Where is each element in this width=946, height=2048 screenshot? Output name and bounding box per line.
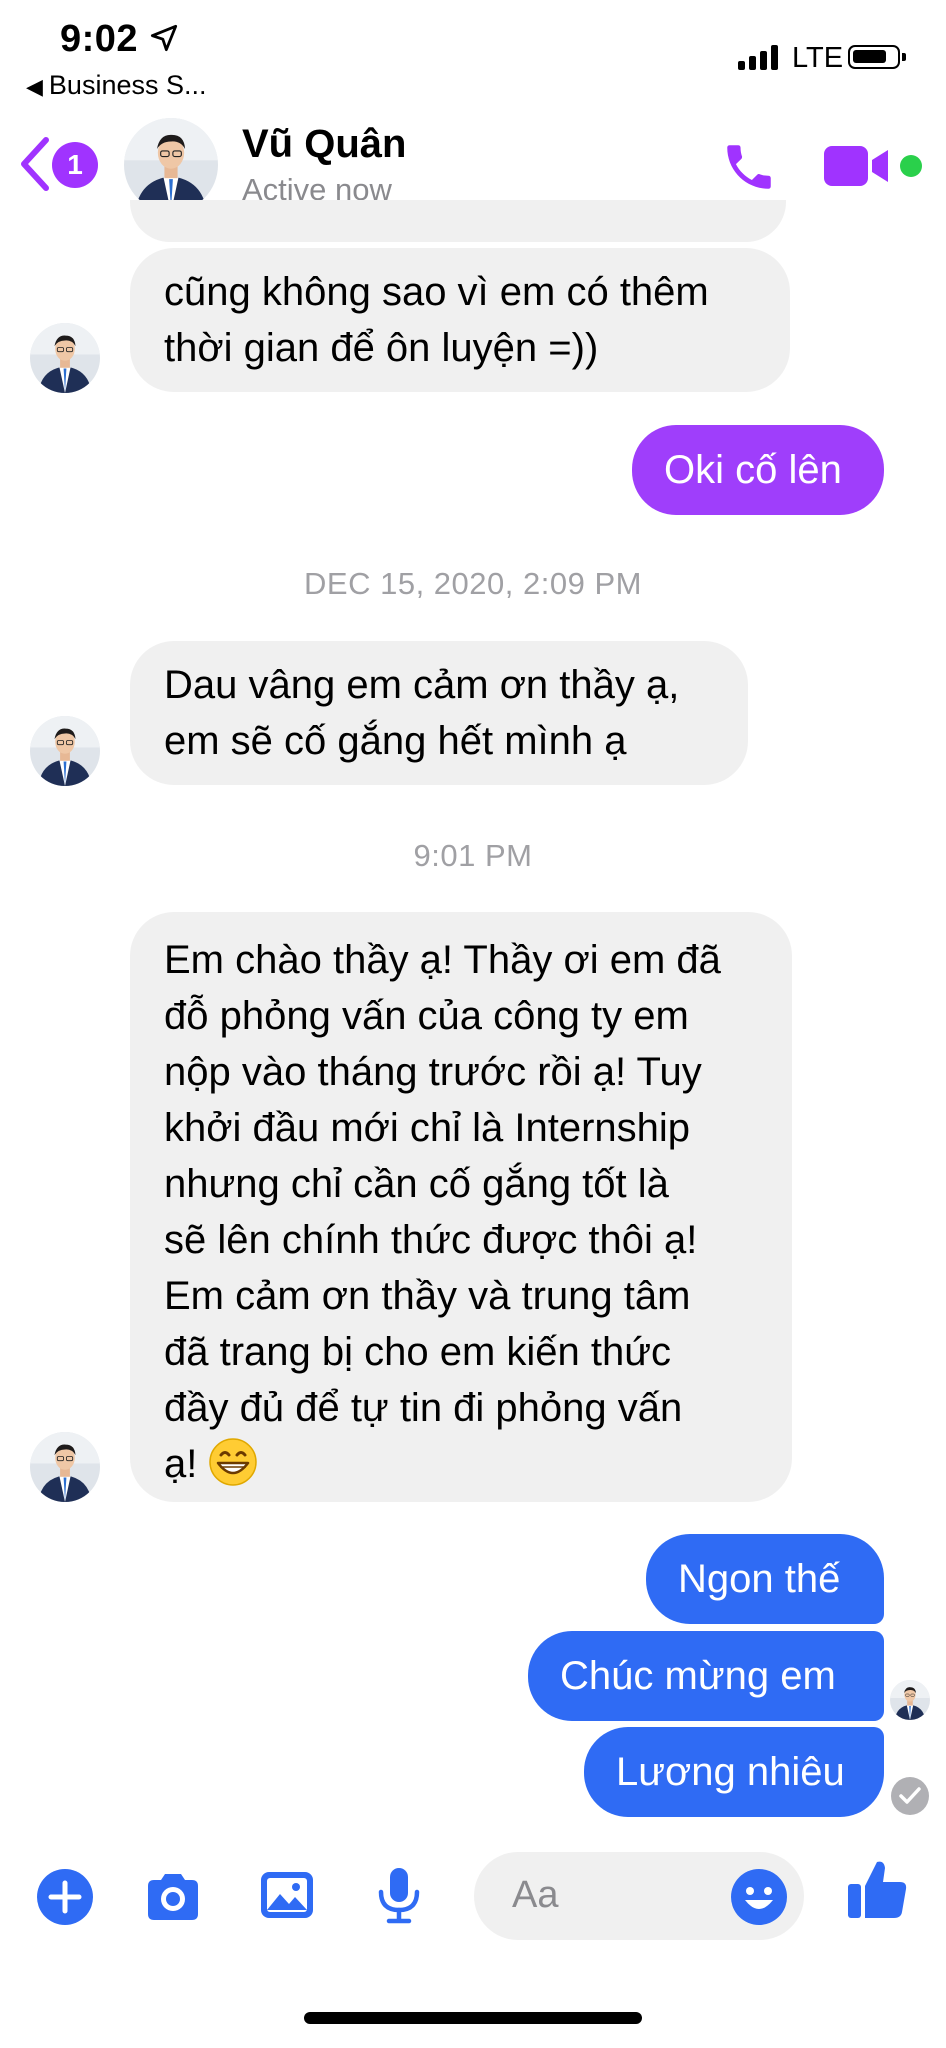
check-circle-icon [891,1777,929,1815]
message-input-placeholder: Aa [512,1874,559,1916]
message-text: ạ! [164,1442,198,1486]
sender-avatar[interactable] [30,323,100,393]
grinning-emoji-icon [209,1438,258,1486]
microphone-icon[interactable] [368,1864,430,1926]
status-time: 9:02 [60,18,139,60]
home-indicator[interactable] [304,2012,642,2024]
message-line: nộp vào tháng trước rồi ạ! Tuy [164,1050,702,1094]
message-line: thời gian để ôn luyện =)) [164,326,599,370]
phone-icon[interactable] [720,138,778,196]
previous-bubble-edge [130,200,786,242]
camera-icon[interactable] [142,1866,204,1928]
outgoing-message[interactable]: Ngon thế [646,1534,884,1624]
back-app-label: Business S... [48,70,207,100]
outgoing-message[interactable]: Lương nhiêu [584,1727,884,1817]
network-type: LTE [792,42,844,74]
smiley-icon[interactable] [728,1866,790,1928]
location-arrow-icon [150,24,178,52]
battery-icon [848,45,906,69]
outgoing-message[interactable]: Oki cố lên [632,425,884,515]
contact-name[interactable]: Vũ Quân [242,122,406,167]
image-icon[interactable] [256,1864,318,1926]
message-line-last: ạ! [164,1436,758,1492]
sender-avatar[interactable] [30,1432,100,1502]
timestamp: 9:01 PM [413,838,533,873]
message-line: đầy đủ để tự tin đi phỏng vấn [164,1386,683,1430]
message-line: khởi đầu mới chỉ là Internship [164,1106,691,1150]
back-to-app-link[interactable]: ◀ Business S... [26,70,207,101]
outgoing-message[interactable]: Chúc mừng em [528,1631,884,1721]
incoming-message[interactable]: Dau vâng em cảm ơn thầy ạ, em sẽ cố gắng… [130,641,748,785]
thumbs-up-icon[interactable] [844,1856,910,1922]
unread-count-badge[interactable]: 1 [52,142,98,188]
message-line: đã trang bị cho em kiến thức [164,1330,672,1374]
message-line: Em chào thầy ạ! Thầy ơi em đã [164,938,721,982]
incoming-message[interactable]: Em chào thầy ạ! Thầy ơi em đã đỗ phỏng v… [130,912,792,1502]
back-triangle-icon: ◀ [26,74,43,99]
signal-strength-icon [738,44,778,70]
seen-avatar [890,1680,930,1720]
timestamp: DEC 15, 2020, 2:09 PM [304,566,642,601]
video-camera-icon[interactable] [822,140,892,192]
message-line: em sẽ cố gắng hết mình ạ [164,719,627,763]
incoming-message[interactable]: cũng không sao vì em có thêm thời gian đ… [130,248,790,392]
message-line: cũng không sao vì em có thêm [164,270,709,314]
contact-avatar[interactable] [124,118,218,212]
plus-circle-icon[interactable] [34,1866,96,1928]
message-line: sẽ lên chính thức được thôi ạ! [164,1218,698,1262]
message-line: Dau vâng em cảm ơn thầy ạ, [164,663,680,707]
chevron-left-icon[interactable] [18,134,52,194]
message-line: đỗ phỏng vấn của công ty em [164,994,689,1038]
online-indicator [900,155,922,177]
message-line: nhưng chỉ cần cố gắng tốt là [164,1162,669,1206]
message-line: Em cảm ơn thầy và trung tâm [164,1274,691,1318]
sender-avatar[interactable] [30,716,100,786]
